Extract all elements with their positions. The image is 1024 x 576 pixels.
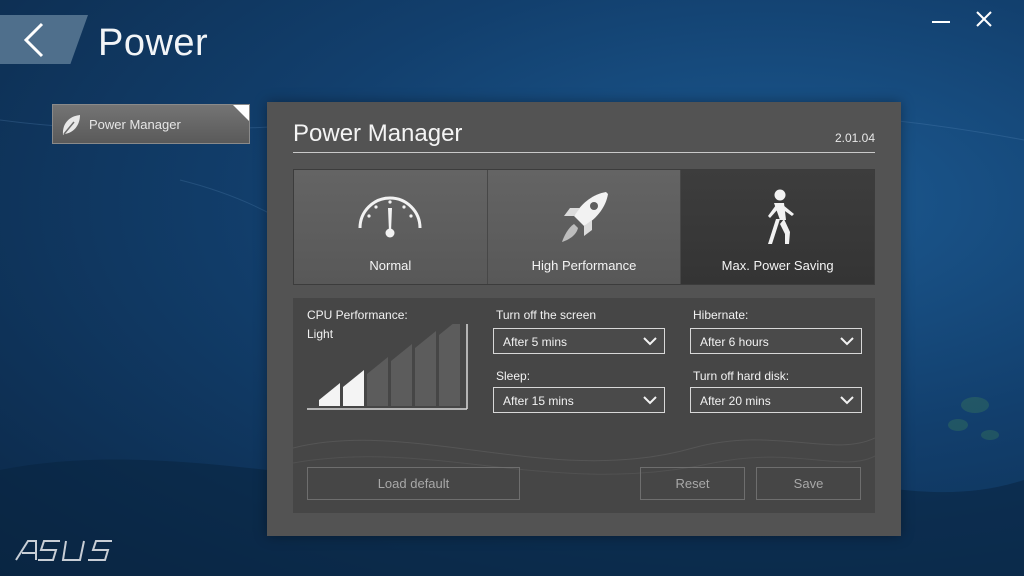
cpu-level-bar[interactable] — [367, 357, 388, 406]
cpu-level-bar[interactable] — [319, 383, 340, 406]
power-mode-selector: Normal High Performance Max. Power Savin… — [293, 169, 875, 285]
sidebar-item-power-manager[interactable]: Power Manager — [52, 104, 250, 144]
chevron-down-icon — [840, 337, 854, 346]
dropdown-value: After 15 mins — [503, 394, 574, 408]
hdd-off-label: Turn off hard disk: — [693, 369, 790, 383]
minimize-icon — [932, 21, 950, 23]
dropdown-value: After 5 mins — [503, 335, 568, 349]
hdd-off-dropdown[interactable]: After 20 mins — [690, 387, 862, 413]
cpu-level-bar[interactable] — [439, 324, 460, 406]
dropdown-value: After 20 mins — [700, 394, 771, 408]
power-manager-panel: Power Manager 2.01.04 Normal High Perfor… — [267, 102, 901, 536]
reset-button[interactable]: Reset — [640, 467, 745, 500]
title-divider — [293, 152, 875, 153]
mode-max-power-saving[interactable]: Max. Power Saving — [681, 170, 875, 284]
mode-label: Max. Power Saving — [721, 258, 834, 273]
chevron-down-icon — [643, 396, 657, 405]
panel-title: Power Manager — [293, 120, 463, 147]
cpu-level-bar[interactable] — [391, 344, 412, 406]
leaf-icon — [62, 115, 80, 135]
chevron-down-icon — [643, 337, 657, 346]
settings-area: CPU Performance: Light Turn off the scre… — [293, 298, 875, 513]
close-button[interactable] — [970, 8, 998, 32]
mode-label: Normal — [369, 258, 412, 273]
dropdown-value: After 6 hours — [700, 335, 769, 349]
hibernate-label: Hibernate: — [693, 308, 749, 322]
mode-normal[interactable]: Normal — [294, 170, 488, 284]
page-title: Power — [98, 22, 209, 64]
minimize-button[interactable] — [928, 8, 956, 32]
screen-off-dropdown[interactable]: After 5 mins — [493, 328, 665, 354]
cpu-performance-slider[interactable] — [307, 324, 469, 412]
back-arrow-icon — [23, 22, 44, 58]
chevron-down-icon — [840, 396, 854, 405]
load-default-button[interactable]: Load default — [307, 467, 520, 500]
selected-corner-marker — [233, 105, 249, 121]
screen-off-label: Turn off the screen — [496, 308, 597, 322]
mode-high-performance[interactable]: High Performance — [487, 170, 682, 284]
mode-label: High Performance — [531, 258, 637, 273]
version-label: 2.01.04 — [834, 131, 875, 145]
sidebar-item-label: Power Manager — [89, 117, 181, 132]
back-button[interactable] — [0, 15, 88, 64]
speedometer-icon — [358, 196, 422, 238]
asus-logo — [15, 540, 112, 561]
hibernate-dropdown[interactable]: After 6 hours — [690, 328, 862, 354]
cpu-performance-label: CPU Performance: — [307, 308, 408, 322]
save-button[interactable]: Save — [756, 467, 861, 500]
cpu-level-bar[interactable] — [343, 370, 364, 406]
rocket-icon — [562, 192, 608, 242]
cpu-level-bar[interactable] — [415, 331, 436, 406]
sleep-label: Sleep: — [496, 369, 531, 383]
sleep-dropdown[interactable]: After 15 mins — [493, 387, 665, 413]
close-icon — [976, 11, 992, 27]
walking-person-icon — [767, 189, 794, 244]
